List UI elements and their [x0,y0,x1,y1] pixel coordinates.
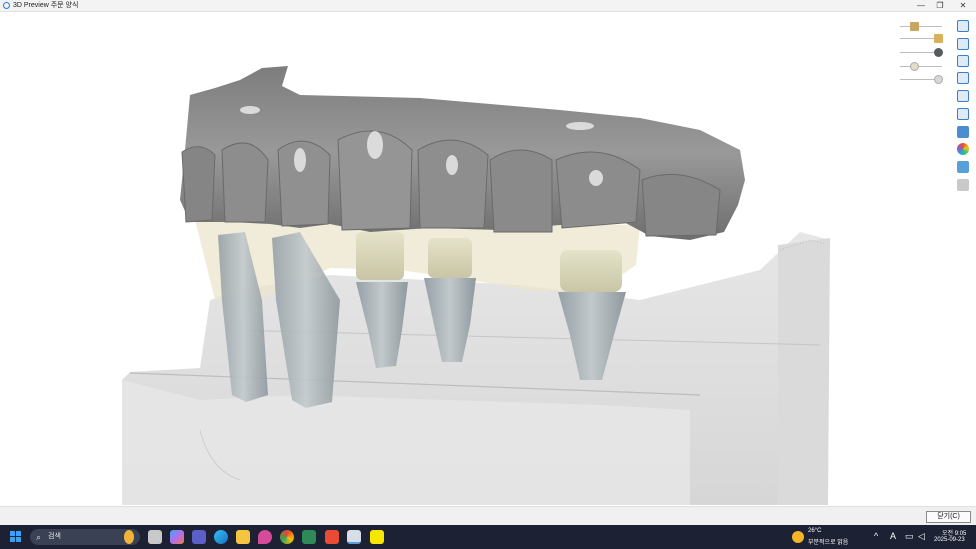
clock-date[interactable]: 2025-09-23 [934,537,965,543]
bottom-panel: 닫기(C) [0,506,976,526]
taskbar: ⌕ 검색 26°C 부분적으로 맑음 ^ A ▭ ◁ 오전 9:05 2025-… [0,525,976,549]
weather-temperature: 26°C [808,528,822,534]
view-left-icon[interactable] [957,55,969,67]
view-back-icon[interactable] [957,38,969,50]
tray-chevron-icon[interactable]: ^ [874,531,878,541]
teams-icon[interactable] [192,530,206,544]
widget-icon[interactable] [124,530,134,544]
photos-icon[interactable] [302,530,316,544]
preview-app-icon[interactable] [347,530,361,544]
screenshot-icon[interactable] [957,179,969,191]
window-title: 3D Preview 주문 양식 [13,2,79,9]
ime-indicator[interactable]: A [890,531,896,541]
antagonist-slider[interactable] [900,75,943,84]
slider-knob[interactable] [934,34,943,43]
color-icon[interactable] [957,143,969,155]
dental-model[interactable] [0,12,976,506]
copilot-icon[interactable] [170,530,184,544]
slider-knob[interactable] [910,62,919,71]
slider-knob[interactable] [934,75,943,84]
view-bottom-icon[interactable] [957,108,969,120]
volume-icon[interactable]: ◁ [918,531,925,542]
scan-slider[interactable] [900,62,942,71]
network-icon[interactable]: ▭ [905,531,914,542]
search-icon: ⌕ [36,532,42,542]
weather-icon[interactable] [792,531,804,543]
kakaotalk-icon[interactable] [370,530,384,544]
view-top-icon[interactable] [957,90,969,102]
abutment-slider[interactable] [900,48,943,57]
gingiva-slider[interactable] [900,22,942,31]
app-icon [3,2,10,9]
task-view-icon[interactable] [148,530,162,544]
3d-viewport[interactable] [0,12,976,506]
clock-time[interactable]: 오전 9:05 [942,528,966,537]
search-placeholder: 검색 [48,533,61,540]
edge-icon[interactable] [214,530,228,544]
title-bar: 3D Preview 주문 양식 — ❐ ✕ [0,0,976,12]
visibility-icon[interactable] [957,161,969,173]
slider-knob[interactable] [934,48,943,57]
view-right-icon[interactable] [957,72,969,84]
close-button[interactable]: 닫기(C) [926,511,971,523]
weather-description: 부분적으로 맑음 [808,540,849,546]
upper-teeth-scan [180,66,745,240]
crown-slider[interactable] [900,34,943,43]
windows-start-icon[interactable] [10,531,22,543]
maximize-button[interactable]: ❐ [929,0,951,11]
chrome-icon[interactable] [280,530,294,544]
app-drop-icon[interactable] [258,530,272,544]
view-front-icon[interactable] [957,20,969,32]
file-explorer-icon[interactable] [236,530,250,544]
close-window-button[interactable]: ✕ [952,0,974,11]
slider-knob[interactable] [910,22,919,31]
layers-icon[interactable] [957,126,969,138]
yandex-icon[interactable] [325,530,339,544]
